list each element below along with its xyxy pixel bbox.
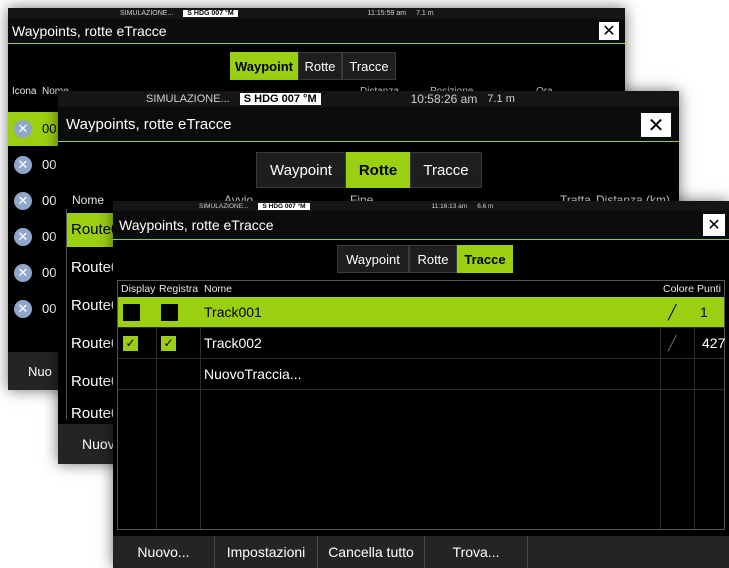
track-color-icon: ╱	[668, 303, 677, 320]
record-checkbox[interactable]: ✓	[161, 335, 176, 351]
simulation-label: SIMULAZIONE...	[146, 93, 230, 105]
waypoint-icon: ✕	[14, 264, 32, 282]
waypoint-icon: ✕	[14, 192, 32, 210]
points-count: 427	[702, 335, 726, 351]
window-title: Waypoints, rotte eTracce	[119, 217, 274, 233]
column-points: Punti	[697, 283, 721, 295]
points-count: 1	[700, 304, 708, 320]
status-bar: SIMULAZIONE... S HDG 007 °M 10:58:26 am …	[58, 91, 679, 107]
title-bar: Waypoints, rotte eTracce	[58, 107, 679, 142]
tab-waypoint[interactable]: Waypoint	[230, 52, 298, 80]
close-icon: ✕	[707, 217, 721, 234]
waypoint-name: 00	[42, 301, 57, 316]
waypoint-name: 00	[42, 265, 57, 280]
bottom-toolbar: Nuovo... Impostazioni Cancella tutto Tro…	[113, 536, 729, 568]
close-icon: ✕	[602, 23, 616, 40]
waypoint-name: 00	[42, 121, 57, 136]
waypoint-icon: ✕	[14, 156, 32, 174]
track-color-icon: ╱	[668, 334, 677, 351]
record-cell	[161, 297, 178, 327]
track-name: NuovoTraccia...	[204, 366, 302, 382]
display-checkbox[interactable]	[123, 303, 140, 321]
close-button[interactable]: ✕	[599, 22, 619, 40]
column-name: Nome	[204, 283, 233, 295]
tab-tracce[interactable]: Tracce	[342, 52, 396, 80]
delete-all-button[interactable]: Cancella tutto	[318, 536, 425, 568]
waypoint-name: 00	[42, 193, 57, 208]
settings-button[interactable]: Impostazioni	[215, 536, 318, 568]
tab-bar: Waypoint Rotte Tracce	[337, 245, 513, 273]
time-readout: 11:16:13 am	[431, 202, 468, 210]
range-readout: 7.1 m	[487, 93, 515, 105]
title-bar: Waypoints, rotte eTracce	[113, 211, 729, 240]
column-icon: Icona	[12, 85, 37, 97]
track-name: Track001	[204, 304, 262, 320]
new-button[interactable]: Nuovo...	[113, 536, 215, 568]
record-cell: ✓	[161, 328, 176, 358]
status-bar: SIMULAZIONE... S HDG 007 °M 11:16:13 am …	[113, 201, 729, 211]
tab-bar: Waypoint Rotte Tracce	[256, 152, 482, 188]
tracks-table: Display Registra Nome Colore Punti Track…	[117, 280, 725, 530]
waypoint-name: 00	[42, 229, 57, 244]
tab-rotte[interactable]: Rotte	[298, 52, 342, 80]
window-title: Waypoints, rotte eTracce	[12, 23, 167, 39]
status-bar: SIMULAZIONE... S HDG 007 °M 11:15:59 am …	[8, 8, 625, 19]
table-row[interactable]: ✓ ✓ Track002 ╱ 427	[118, 328, 726, 359]
table-row[interactable]: NuovoTraccia...	[118, 359, 724, 390]
waypoint-icon: ✕	[14, 228, 32, 246]
find-button[interactable]: Trova...	[425, 536, 528, 568]
simulation-label: SIMULAZIONE...	[199, 202, 249, 210]
record-checkbox[interactable]	[161, 303, 178, 321]
heading-readout: S HDG 007 °M	[258, 202, 310, 210]
display-checkbox[interactable]: ✓	[123, 335, 138, 351]
display-cell: ✓	[123, 328, 138, 358]
waypoint-icon: ✕	[14, 120, 32, 138]
window-title: Waypoints, rotte eTracce	[66, 115, 232, 133]
tab-tracce[interactable]: Tracce	[410, 152, 482, 188]
heading-readout: S HDG 007 °M	[183, 10, 238, 17]
tracks-window-front: SIMULAZIONE... S HDG 007 °M 11:16:13 am …	[113, 201, 729, 568]
time-readout: 11:15:59 am	[367, 10, 407, 17]
close-button[interactable]: ✕	[703, 214, 725, 236]
color-cell[interactable]: ╱	[668, 328, 676, 358]
close-icon: ✕	[647, 114, 665, 137]
color-cell[interactable]: ╱	[668, 297, 676, 327]
tab-bar: Waypoint Rotte Tracce	[230, 52, 396, 80]
range-readout: 6.6 m	[477, 202, 494, 210]
tab-rotte[interactable]: Rotte	[409, 245, 457, 273]
tab-rotte[interactable]: Rotte	[346, 152, 410, 188]
title-bar: Waypoints, rotte eTracce	[8, 19, 625, 44]
column-color: Colore	[663, 283, 694, 295]
tab-waypoint[interactable]: Waypoint	[337, 245, 409, 273]
table-row[interactable]: Track001 ╱ 1	[118, 297, 724, 328]
heading-readout: S HDG 007 °M	[239, 93, 321, 105]
waypoint-icon: ✕	[14, 300, 32, 318]
track-name: Track002	[204, 335, 262, 351]
range-readout: 7.1 m	[416, 10, 434, 17]
tab-tracce[interactable]: Tracce	[457, 245, 513, 273]
column-record: Registra	[159, 283, 199, 295]
column-name: Nome	[72, 193, 105, 207]
time-readout: 10:58:26 am	[410, 92, 478, 106]
close-button[interactable]: ✕	[641, 113, 671, 137]
column-display: Display	[121, 283, 156, 295]
simulation-label: SIMULAZIONE...	[120, 10, 174, 17]
display-cell	[123, 297, 140, 327]
tab-waypoint[interactable]: Waypoint	[256, 152, 346, 188]
waypoint-name: 00	[42, 157, 57, 172]
